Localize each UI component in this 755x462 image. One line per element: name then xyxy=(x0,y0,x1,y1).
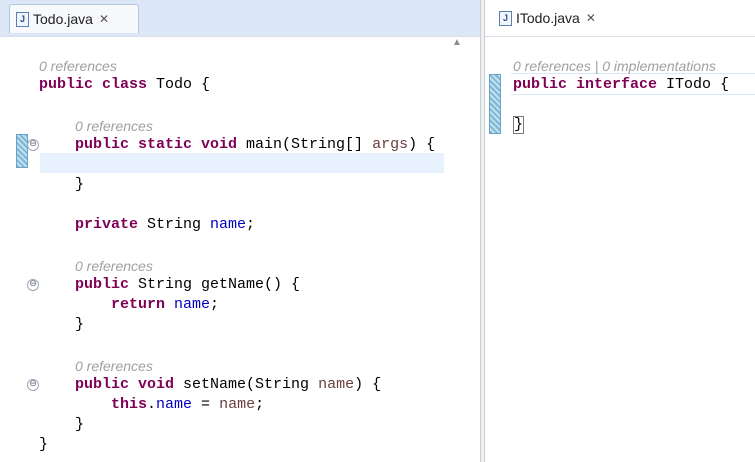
matching-bracket: } xyxy=(513,116,525,134)
change-marker xyxy=(16,134,28,168)
keyword: public xyxy=(75,276,130,293)
left-editor-pane: J Todo.java ✕ ▲ ⊖ ⊖ ⊖ 0 references publi… xyxy=(0,0,481,462)
scroll-up-icon[interactable]: ▲ xyxy=(452,37,462,48)
code-editor-todo[interactable]: ▲ ⊖ ⊖ ⊖ 0 references public class Todo {… xyxy=(0,37,480,462)
code-text: ) { xyxy=(408,136,436,153)
code-line: this.name = name; xyxy=(111,395,264,415)
code-line: return name; xyxy=(111,295,219,315)
field: name xyxy=(174,296,211,313)
field: name xyxy=(156,396,193,413)
parameter: name xyxy=(219,396,256,413)
code-text: Todo { xyxy=(147,76,211,93)
code-text: ) { xyxy=(354,376,382,393)
keyword: private xyxy=(75,216,139,233)
left-tab-bar: J Todo.java ✕ xyxy=(0,0,480,37)
right-tab-bar: J ITodo.java ✕ xyxy=(485,0,755,37)
code-line: public static void main(String[] args) { xyxy=(75,135,435,155)
fold-toggle-icon[interactable]: ⊖ xyxy=(27,139,39,151)
code-line: } xyxy=(39,436,49,453)
codelens-references[interactable]: 0 references | 0 implementations xyxy=(513,58,716,74)
field: name xyxy=(210,216,247,233)
code-text: setName(String xyxy=(174,376,319,393)
java-file-icon: J xyxy=(499,10,512,26)
keyword: return xyxy=(111,296,166,313)
codelens-references[interactable]: 0 references xyxy=(39,58,117,74)
parameter: name xyxy=(318,376,355,393)
code-line: public class Todo { xyxy=(39,75,210,95)
keyword: public static void xyxy=(75,136,238,153)
code-line: } xyxy=(75,176,85,193)
fold-toggle-icon[interactable]: ⊖ xyxy=(27,379,39,391)
code-text: String xyxy=(138,216,211,233)
code-line: } xyxy=(75,416,85,433)
code-line: public void setName(String name) { xyxy=(75,375,381,395)
tab-itodo-java[interactable]: J ITodo.java ✕ xyxy=(493,4,602,32)
right-editor-pane: J ITodo.java ✕ 0 references | 0 implemen… xyxy=(484,0,755,462)
vertical-scrollbar[interactable]: ▲ xyxy=(444,37,480,462)
code-text: . xyxy=(147,396,157,413)
java-file-icon: J xyxy=(16,11,29,27)
parameter: args xyxy=(372,136,409,153)
code-line: } xyxy=(75,316,85,333)
code-line: public String getName() { xyxy=(75,275,300,295)
code-line: private String name; xyxy=(75,215,255,235)
code-line: public interface ITodo { xyxy=(513,75,729,95)
keyword: public class xyxy=(39,76,148,93)
codelens-references[interactable]: 0 references xyxy=(75,358,153,374)
codelens-references[interactable]: 0 references xyxy=(75,258,153,274)
close-icon[interactable]: ✕ xyxy=(99,12,109,26)
code-text: ITodo { xyxy=(657,76,730,93)
code-editor-itodo[interactable]: 0 references | 0 implementations public … xyxy=(485,37,755,462)
tab-title: ITodo.java xyxy=(516,10,580,26)
code-line: } xyxy=(513,115,525,135)
code-text: ; xyxy=(210,296,220,313)
current-line-highlight xyxy=(40,153,444,173)
keyword: public interface xyxy=(513,76,658,93)
tab-todo-java[interactable]: J Todo.java ✕ xyxy=(9,4,139,33)
code-text: String getName() { xyxy=(129,276,301,293)
change-marker xyxy=(489,74,501,134)
close-icon[interactable]: ✕ xyxy=(586,11,596,25)
tab-title: Todo.java xyxy=(33,11,93,27)
code-text: main(String[] xyxy=(237,136,373,153)
code-text: = xyxy=(192,396,220,413)
code-text: ; xyxy=(255,396,265,413)
code-text: ; xyxy=(246,216,256,233)
keyword: this xyxy=(111,396,148,413)
keyword: public void xyxy=(75,376,175,393)
fold-toggle-icon[interactable]: ⊖ xyxy=(27,279,39,291)
codelens-references[interactable]: 0 references xyxy=(75,118,153,134)
